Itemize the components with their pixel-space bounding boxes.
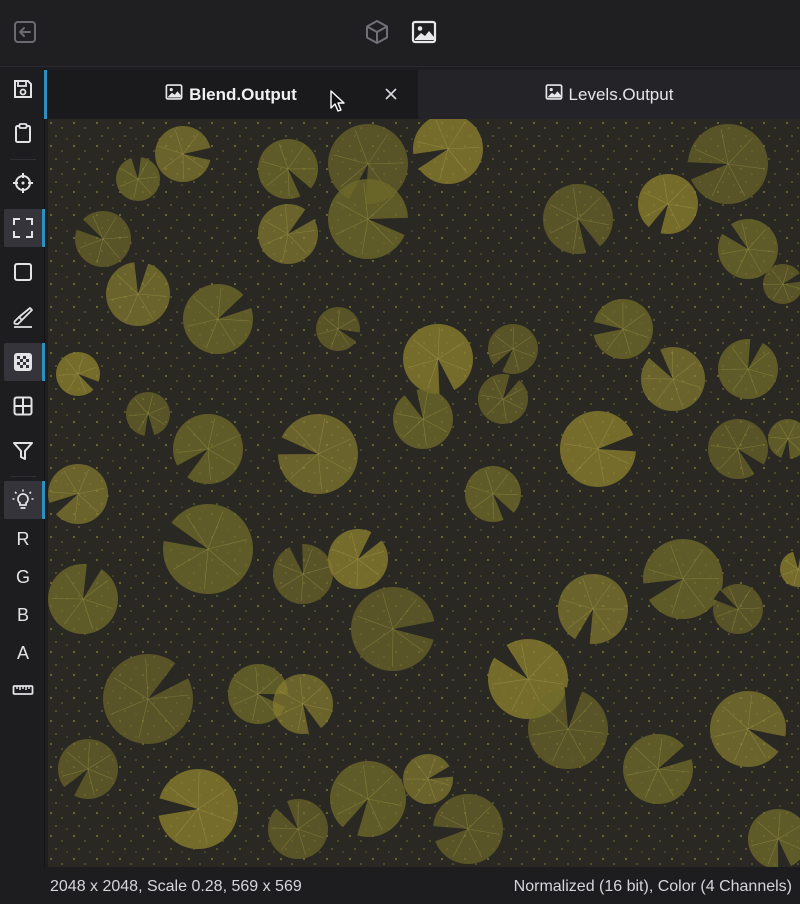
channel-a-button[interactable]: A	[4, 634, 42, 672]
clipboard-icon[interactable]	[4, 114, 42, 152]
status-bar: 2048 x 2048, Scale 0.28, 569 x 569 Norma…	[44, 868, 800, 904]
tab-levels-output[interactable]: Levels.Output	[418, 70, 800, 119]
channel-b-label: B	[16, 604, 29, 625]
channel-r-button[interactable]: R	[4, 520, 42, 558]
channel-a-label: A	[16, 642, 29, 663]
close-icon[interactable]	[381, 84, 401, 104]
crosshair-icon[interactable]	[4, 164, 42, 202]
channel-g-label: G	[15, 566, 30, 587]
tab-label: Levels.Output	[568, 84, 674, 104]
texture-preview-image	[48, 119, 800, 867]
ruler-icon[interactable]	[4, 671, 42, 709]
toolbar-divider	[10, 476, 36, 477]
grid-icon[interactable]	[4, 387, 42, 425]
image-info-text: 2048 x 2048, Scale 0.28, 569 x 569	[50, 878, 302, 895]
fit-view-icon[interactable]	[4, 209, 45, 247]
tab-label: Blend.Output	[189, 84, 297, 104]
filter-icon[interactable]	[4, 432, 42, 470]
save-icon[interactable]	[4, 70, 42, 108]
brush-icon[interactable]	[4, 298, 42, 336]
image-icon[interactable]	[408, 16, 440, 48]
checkerboard-icon[interactable]	[4, 343, 45, 381]
left-toolbar: R G B A	[0, 68, 45, 904]
back-arrow-icon[interactable]	[12, 19, 38, 45]
mouse-cursor-icon	[330, 90, 346, 119]
tab-bar: Blend.Output Levels.Output	[44, 70, 800, 119]
tab-blend-output[interactable]: Blend.Output	[44, 70, 418, 119]
toolbar-divider	[10, 159, 36, 160]
square-icon[interactable]	[4, 253, 42, 291]
image-icon	[545, 83, 563, 106]
lightbulb-icon[interactable]	[4, 481, 45, 519]
channel-g-button[interactable]: G	[4, 558, 42, 596]
channel-b-button[interactable]: B	[4, 596, 42, 634]
format-info-text: Normalized (16 bit), Color (4 Channels)	[513, 878, 792, 895]
channel-r-label: R	[16, 528, 30, 549]
image-icon	[165, 83, 183, 106]
top-bar	[0, 0, 800, 67]
cube-icon[interactable]	[361, 16, 393, 48]
texture-viewport[interactable]	[48, 119, 800, 867]
